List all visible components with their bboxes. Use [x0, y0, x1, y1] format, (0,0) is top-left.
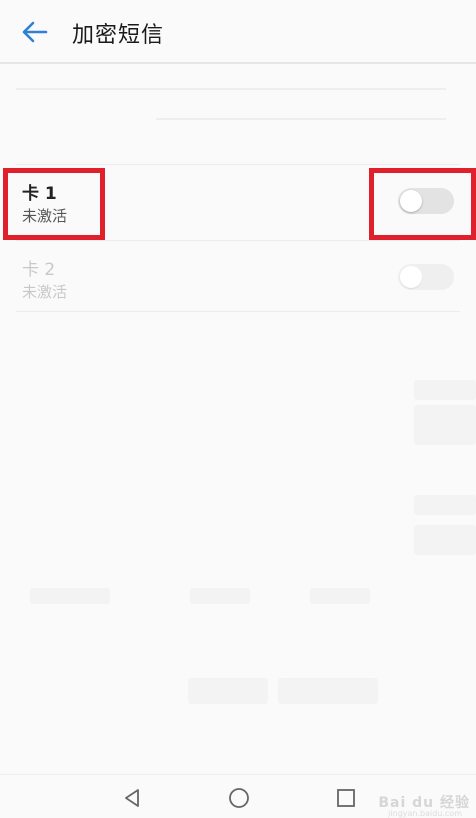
ghost-element — [414, 495, 476, 515]
nav-recents-button[interactable] — [328, 783, 364, 813]
nav-home-button[interactable] — [221, 783, 257, 813]
nav-back-button[interactable] — [114, 783, 150, 813]
system-nav-bar: Bai du 经验 jingyan.baidu.com — [0, 774, 476, 818]
sim-card-1-toggle[interactable] — [398, 188, 454, 214]
ghost-element — [414, 380, 476, 400]
description-area — [16, 78, 460, 142]
sim-card-1-title: 卡 1 — [22, 184, 57, 204]
watermark-url: jingyan.baidu.com — [388, 809, 462, 818]
sim-card-2-status: 未激活 — [22, 283, 68, 301]
ghost-element — [310, 588, 370, 604]
sim-card-1-status: 未激活 — [22, 207, 68, 225]
toggle-knob — [400, 266, 422, 288]
ghost-element — [414, 405, 476, 445]
app-bar: 加密短信 — [0, 0, 476, 64]
triangle-back-icon — [125, 789, 139, 807]
ghost-element — [278, 678, 378, 704]
arrow-left-icon — [22, 21, 48, 43]
ghost-element — [414, 525, 476, 555]
sim-card-1-row[interactable]: 卡 1 未激活 — [16, 164, 460, 236]
back-button[interactable] — [14, 14, 54, 50]
sim-card-2-title: 卡 2 — [22, 260, 56, 280]
page-title: 加密短信 — [72, 23, 165, 48]
ghost-element — [188, 678, 268, 704]
sim-card-2-row[interactable]: 卡 2 未激活 — [16, 240, 460, 312]
ghost-element — [30, 588, 110, 604]
circle-home-icon — [229, 788, 249, 808]
sim-card-2-toggle[interactable] — [398, 264, 454, 290]
square-recents-icon — [337, 789, 355, 807]
ghost-element — [190, 588, 250, 604]
toggle-knob — [400, 190, 422, 212]
